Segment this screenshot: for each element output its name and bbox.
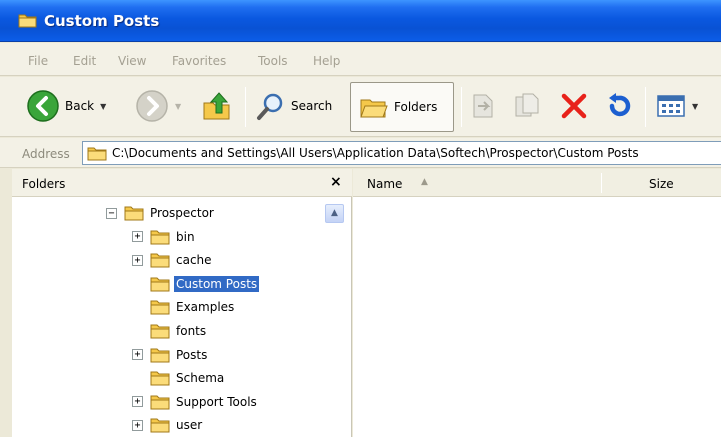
folder-icon [150, 418, 170, 433]
forward-button[interactable]: ▼ [135, 85, 181, 127]
address-field[interactable]: C:\Documents and Settings\All Users\Appl… [82, 141, 721, 165]
delete-icon [561, 93, 587, 119]
column-header-size[interactable]: Size [649, 177, 674, 191]
delete-button[interactable] [559, 85, 589, 127]
move-to-icon [473, 94, 493, 118]
forward-arrow-icon [136, 90, 168, 122]
views-button[interactable]: ▼ [656, 85, 698, 127]
tree-item-label: bin [176, 229, 195, 244]
folder-icon [87, 147, 107, 161]
menu-bar: File Edit View Favorites Tools Help [0, 43, 721, 76]
folders-pane: Folders × − Prospector + bin + cache Custom Po… [12, 169, 352, 437]
menu-help[interactable]: Help [313, 54, 340, 68]
back-arrow-icon [27, 90, 59, 122]
folder-icon [150, 300, 170, 315]
tree-item[interactable]: + Posts [132, 344, 209, 366]
folder-icon [18, 14, 37, 28]
file-list-pane: Name ▲ Size [353, 169, 721, 437]
column-divider[interactable] [601, 173, 602, 193]
tree-item[interactable]: + Support Tools [132, 391, 259, 413]
search-icon [257, 93, 283, 120]
folders-pane-title: Folders [22, 177, 66, 191]
search-button[interactable]: Search [256, 85, 332, 127]
forward-dropdown-icon[interactable]: ▼ [175, 102, 181, 111]
tree-item-label: Examples [176, 300, 235, 315]
tree-item[interactable]: Schema [132, 367, 226, 389]
toolbar-separator [245, 87, 246, 127]
move-to-button[interactable] [468, 85, 498, 127]
expand-icon[interactable]: + [132, 396, 143, 408]
tree-item-label: Posts [176, 347, 208, 362]
tree-item[interactable]: − Prospector [106, 202, 216, 224]
title-bar[interactable]: Custom Posts [0, 0, 721, 42]
menu-edit[interactable]: Edit [73, 54, 96, 68]
expand-icon[interactable]: + [132, 231, 143, 243]
expand-icon[interactable]: + [132, 254, 143, 266]
folder-icon [150, 348, 170, 363]
tree-item-label: Prospector [150, 206, 214, 220]
up-folder-icon [203, 92, 230, 120]
tree-item-label: Schema [176, 371, 225, 386]
folder-icon [150, 324, 170, 339]
close-icon[interactable]: × [330, 174, 342, 190]
back-label: Back [65, 99, 95, 113]
folder-icon [124, 206, 144, 221]
views-dropdown-icon[interactable]: ▼ [692, 102, 698, 111]
folders-pane-header: Folders × [12, 169, 352, 197]
tree-item[interactable]: + cache [132, 249, 214, 271]
menu-tools[interactable]: Tools [258, 54, 288, 68]
scroll-up-icon[interactable]: ▲ [325, 204, 344, 223]
folder-icon [150, 371, 170, 386]
tree-item-label: fonts [176, 324, 207, 338]
folder-icon [150, 253, 170, 268]
tree-item[interactable]: Examples [132, 296, 236, 318]
menu-favorites[interactable]: Favorites [172, 54, 226, 68]
undo-button[interactable] [604, 85, 634, 127]
tree-item-label: Support Tools [176, 394, 257, 409]
tree-item-label: user [176, 418, 203, 433]
copy-to-icon [515, 93, 539, 117]
address-bar: Address C:\Documents and Settings\All Us… [0, 138, 721, 168]
back-button[interactable]: Back ▼ [26, 85, 106, 127]
folders-label: Folders [394, 100, 438, 114]
address-label: Address [22, 147, 70, 161]
folder-icon [150, 230, 170, 245]
expand-icon[interactable]: + [132, 419, 143, 431]
expand-icon[interactable]: + [132, 349, 143, 361]
tree-item-label: Custom Posts [174, 275, 260, 292]
toolbar: Back ▼ ▼ Search Folders ▼ [0, 77, 721, 137]
up-folder-button[interactable] [200, 85, 234, 127]
sort-ascending-icon: ▲ [421, 177, 428, 187]
column-header-name[interactable]: Name [367, 177, 402, 191]
folder-icon [150, 277, 170, 292]
undo-icon [609, 93, 631, 117]
list-header: Name ▲ Size [353, 169, 721, 197]
window-title: Custom Posts [44, 12, 160, 30]
tree-item-label: cache [176, 253, 212, 268]
tree-item[interactable]: + user [132, 414, 204, 436]
folders-button[interactable]: Folders [350, 82, 454, 132]
tree-item[interactable]: + bin [132, 226, 197, 248]
copy-to-button[interactable] [512, 85, 542, 127]
toolbar-separator [645, 87, 646, 127]
views-icon [657, 95, 685, 117]
tree-item[interactable]: fonts [132, 320, 208, 342]
tree-item[interactable]: Custom Posts [132, 273, 260, 295]
collapse-icon[interactable]: − [106, 207, 117, 219]
search-label: Search [291, 99, 333, 113]
address-path: C:\Documents and Settings\All Users\Appl… [112, 146, 639, 160]
toolbar-separator [461, 87, 462, 127]
back-dropdown-icon[interactable]: ▼ [100, 102, 106, 111]
menu-file[interactable]: File [28, 54, 48, 68]
explorer-window: Custom Posts File Edit View Favorites To… [0, 0, 721, 437]
folders-icon [360, 99, 388, 118]
folder-icon [150, 395, 170, 410]
menu-view[interactable]: View [118, 54, 146, 68]
